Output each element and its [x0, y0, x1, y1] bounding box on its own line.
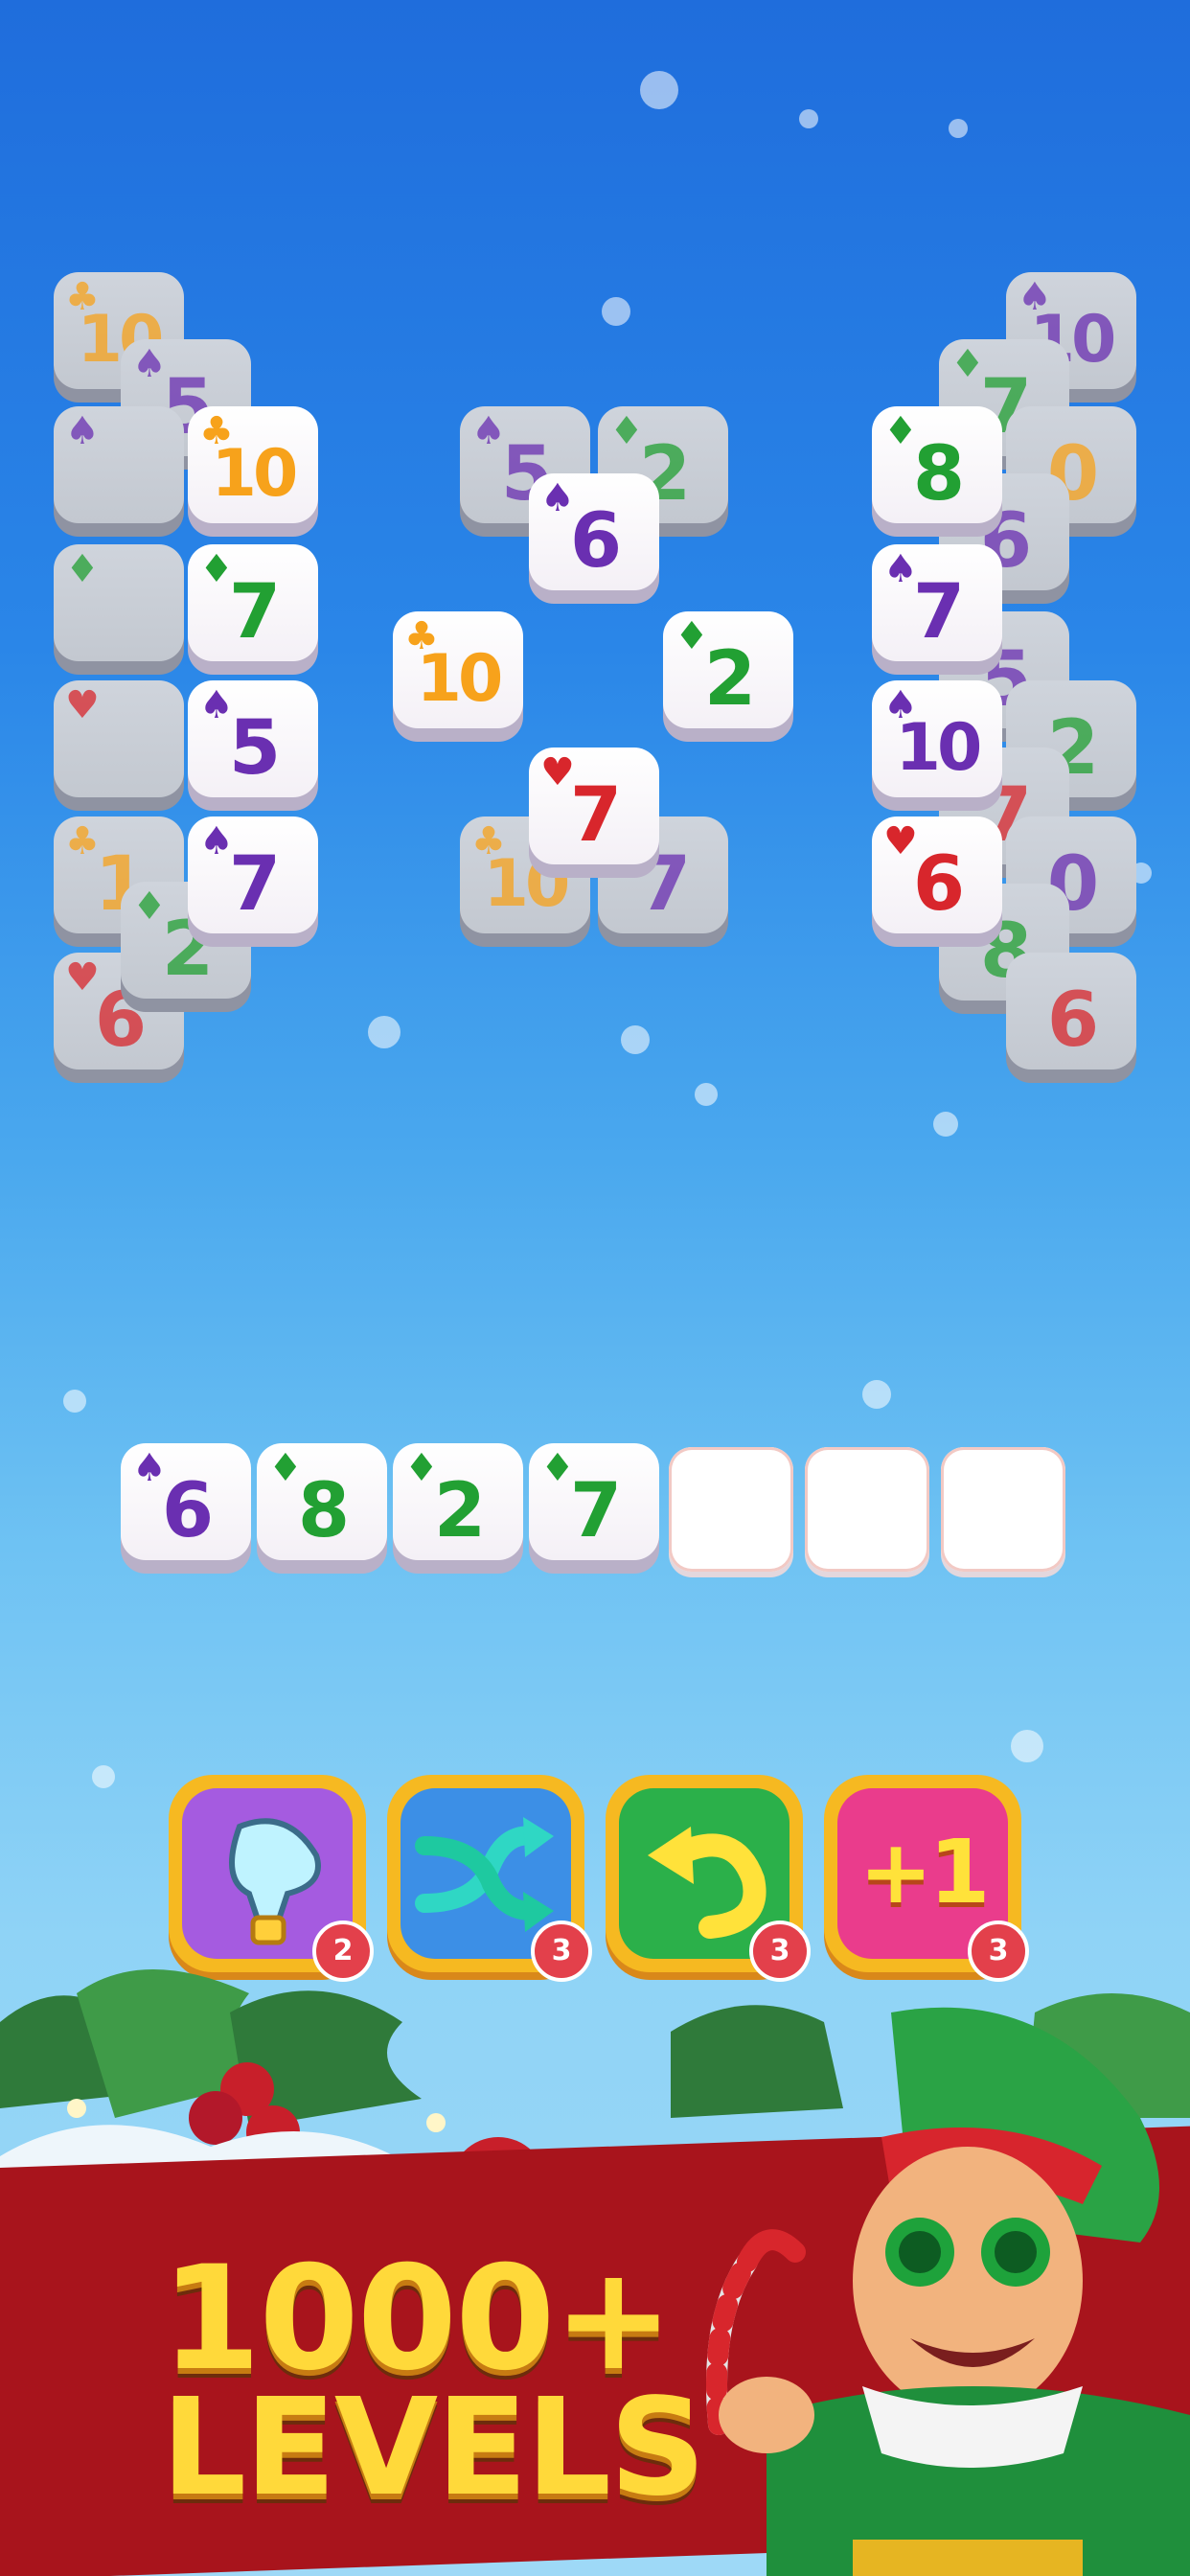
empty-tray-slot [805, 1447, 929, 1572]
elf-mascot [706, 2007, 1190, 2576]
tile-suit-icon: ♦ [65, 547, 100, 591]
empty-tray-slot [669, 1447, 793, 1572]
undo-button[interactable]: 3 [606, 1775, 811, 1982]
board-tile: ♦ [54, 544, 184, 675]
tile-rank: 6 [569, 498, 622, 585]
snowflake [862, 1380, 891, 1409]
tile-rank: 7 [569, 1468, 622, 1554]
tile-suit-icon: ♥ [65, 683, 100, 727]
tray-tile: ♦ 8 [257, 1443, 387, 1574]
snowflake [368, 1016, 400, 1048]
board-tile[interactable]: ♠ 7 [872, 544, 1002, 675]
snowflake [63, 1390, 86, 1413]
tile-rank: 6 [912, 841, 965, 928]
snowflake [640, 71, 678, 109]
tile-rank: 7 [228, 841, 281, 928]
tile-rank: 7 [569, 772, 622, 859]
board-tile: 6 [1006, 953, 1136, 1083]
tile-rank: 7 [912, 569, 965, 656]
board-tile[interactable]: ♥ 7 [529, 748, 659, 878]
tile-rank: 2 [433, 1468, 486, 1554]
snowflake [695, 1083, 718, 1106]
tile-rank: 2 [703, 636, 756, 723]
extra-slot-button[interactable]: +1 3 [824, 1775, 1029, 1982]
tray-tile: ♦ 2 [393, 1443, 523, 1574]
board-tile[interactable]: ♠ 6 [529, 473, 659, 604]
tile-suit-icon: ♠ [65, 409, 100, 453]
tile-rank: 7 [228, 569, 281, 656]
shuffle-button[interactable]: 3 [387, 1775, 592, 1982]
board-tile[interactable]: ♣ 10 [188, 406, 318, 537]
tray-tile: ♦ 7 [529, 1443, 659, 1574]
hint-button[interactable]: 2 [169, 1775, 374, 1982]
tile-rank: 5 [228, 705, 281, 792]
board-tile[interactable]: ♣ 10 [393, 611, 523, 742]
tile-rank: 6 [1046, 978, 1099, 1064]
board-tile[interactable]: ♠ 7 [188, 816, 318, 947]
snowflake [799, 109, 818, 128]
snowflake [602, 297, 630, 326]
board-tile[interactable]: ♠ 5 [188, 680, 318, 811]
board-tile[interactable]: ♦ 2 [663, 611, 793, 742]
board-tile: ♥ [54, 680, 184, 811]
tray-tile: ♠ 6 [121, 1443, 251, 1574]
board-tile: ♠ [54, 406, 184, 537]
tile-rank: 8 [912, 431, 965, 518]
snowflake [92, 1765, 115, 1788]
snowflake [621, 1025, 650, 1054]
tile-rank: 10 [416, 641, 504, 717]
snowflake [949, 119, 968, 138]
tile-rank: 6 [161, 1468, 214, 1554]
tile-rank: 10 [895, 710, 983, 786]
plus-one-label: +1 [858, 1821, 990, 1923]
board-tile[interactable]: ♥ 6 [872, 816, 1002, 947]
board-tile[interactable]: ♦ 8 [872, 406, 1002, 537]
board-tile[interactable]: ♦ 7 [188, 544, 318, 675]
tile-rank: 10 [211, 436, 299, 512]
tile-rank: 8 [297, 1468, 350, 1554]
board-tile[interactable]: ♠ 10 [872, 680, 1002, 811]
snowflake [933, 1112, 958, 1137]
empty-tray-slot [941, 1447, 1065, 1572]
game-screen: ♣10♠5♠♦♥♣1♥6♦2♠5♦2♣10♠7♠10♦706527086♣10♦… [0, 0, 1190, 2576]
snowflake [1011, 1730, 1043, 1762]
